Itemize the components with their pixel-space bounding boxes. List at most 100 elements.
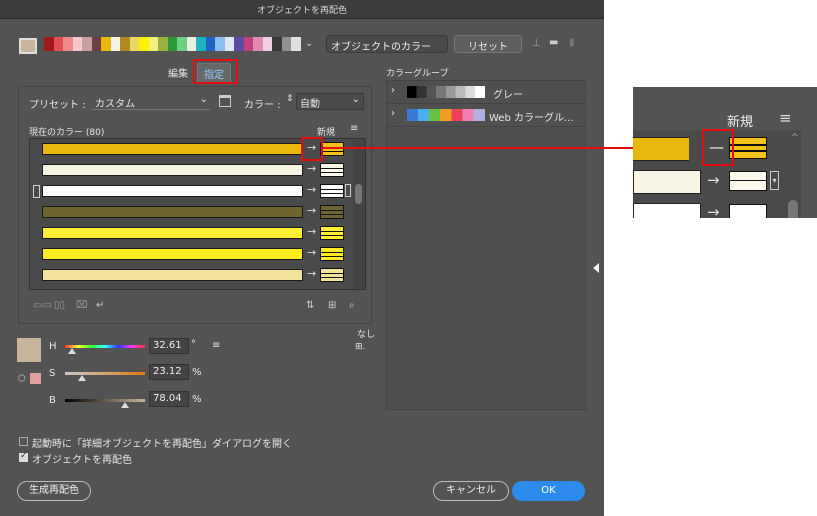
color-count-dropdown[interactable]: 自動 ⌄: [296, 93, 364, 110]
hue-label: H: [49, 341, 57, 352]
strip-chevron-down-icon[interactable]: ⌄: [305, 38, 313, 49]
zoom-arrow: →: [707, 171, 720, 189]
current-color-bar[interactable]: [42, 206, 303, 218]
color-row[interactable]: →: [30, 202, 352, 223]
brightness-slider-track[interactable]: [65, 399, 145, 402]
web-group-swatches: [407, 109, 485, 121]
find-color-icon[interactable]: ⌕: [349, 300, 355, 311]
color-count-stepper-icon[interactable]: ⇕: [286, 94, 294, 104]
zoom-current-bar-2: [633, 170, 701, 194]
recolor-art-checkbox[interactable]: ✓: [19, 451, 28, 462]
color-row[interactable]: →: [30, 160, 352, 181]
randomize-order-icon[interactable]: ⇅: [306, 300, 314, 311]
color-count-value: 自動: [300, 99, 320, 110]
open-advanced-checkbox[interactable]: [19, 437, 28, 446]
arrow-icon: →: [307, 267, 317, 280]
new-color-box[interactable]: [320, 142, 344, 156]
saturation-slider-knob[interactable]: [78, 375, 86, 381]
tab-edit[interactable]: 編集: [168, 65, 188, 80]
color-row[interactable]: →: [30, 223, 352, 244]
current-color-bar[interactable]: [42, 248, 303, 260]
exclude-colors-icon[interactable]: ⌧: [76, 300, 88, 311]
checkmark-icon: ✓: [20, 451, 28, 461]
list-scrollbar[interactable]: [353, 139, 365, 289]
new-color-box[interactable]: [320, 184, 344, 198]
current-color-bar[interactable]: [42, 185, 303, 197]
cancel-button-label: キャンセル: [446, 485, 496, 496]
collapse-panel-arrow-icon[interactable]: [593, 263, 599, 273]
current-color-bar[interactable]: [42, 227, 303, 239]
current-color-bar[interactable]: [42, 164, 303, 176]
zoom-current-bar: [633, 137, 689, 161]
saturation-slider-track[interactable]: [65, 372, 145, 375]
preset-settings-icon[interactable]: [219, 95, 231, 107]
out-of-gamut-swatch[interactable]: [30, 373, 41, 384]
saturation-unit: %: [192, 367, 202, 378]
hue-unit: °: [191, 339, 196, 350]
color-group-row[interactable]: › グレー: [387, 81, 585, 104]
arrow-icon: →: [307, 246, 317, 259]
folder-icon[interactable]: ▬: [549, 37, 558, 48]
arrow-icon: →: [307, 204, 317, 217]
color-row[interactable]: →: [30, 286, 352, 290]
merge-colors-icon[interactable]: ▭▭: [33, 300, 52, 311]
current-color-preview: [17, 338, 41, 362]
generative-recolor-button[interactable]: 生成再配色: [17, 481, 91, 501]
row-drag-handle-icon[interactable]: [33, 185, 40, 198]
trash-icon[interactable]: ▮: [569, 37, 575, 48]
color-group-row[interactable]: › Web カラーグル...: [387, 104, 585, 127]
color-row[interactable]: →: [30, 265, 352, 286]
callout-line: [323, 147, 683, 149]
hue-slider-track[interactable]: [65, 345, 145, 348]
zoom-new-label: 新規: [727, 115, 754, 130]
color-row[interactable]: →: [30, 181, 352, 202]
color-groups-panel: › グレー › Web カラーグル...: [386, 80, 586, 410]
ok-button[interactable]: OK: [512, 481, 585, 501]
separate-colors-icon[interactable]: ▯▯: [54, 300, 65, 311]
object-color-dropdown[interactable]: オブジェクトのカラー: [326, 35, 448, 53]
preset-value: カスタム: [95, 99, 135, 110]
current-color-bar[interactable]: [42, 269, 303, 281]
highlight-tab-assign: [193, 59, 238, 84]
eyedropper-icon[interactable]: ⊥: [532, 38, 541, 49]
new-color-box[interactable]: [320, 247, 344, 261]
brightness-slider-knob[interactable]: [121, 402, 129, 408]
arrow-icon: →: [307, 162, 317, 175]
new-color-box[interactable]: [320, 289, 344, 290]
arrow-icon: →: [307, 225, 317, 238]
list-menu-icon[interactable]: ≡: [350, 123, 358, 134]
zoom-new-box: [729, 137, 767, 159]
active-color-swatch[interactable]: [19, 38, 37, 54]
hue-slider-knob[interactable]: [68, 348, 76, 354]
color-mode-menu-icon[interactable]: ≡: [212, 340, 220, 351]
cube-icon[interactable]: ⬡: [18, 374, 26, 384]
limit-library-icon[interactable]: ⊞.: [355, 342, 365, 352]
new-color-box[interactable]: [320, 268, 344, 282]
none-label: なし: [357, 330, 376, 340]
row-options-icon[interactable]: [345, 184, 351, 197]
color-row[interactable]: →: [30, 244, 352, 265]
reset-button-label: リセット: [468, 42, 508, 53]
preset-dropdown[interactable]: カスタム ⌄: [92, 94, 210, 110]
current-color-bar[interactable]: [42, 143, 303, 155]
saturation-value-input[interactable]: 23.12: [149, 364, 189, 380]
list-scroll-thumb[interactable]: [355, 184, 362, 204]
new-row-icon[interactable]: ↵: [96, 300, 104, 311]
randomize-saturation-icon[interactable]: ⊞: [328, 300, 336, 311]
expand-chevron-icon[interactable]: ›: [391, 108, 395, 119]
zoom-highlight-box: [702, 129, 734, 166]
hue-value-input[interactable]: 32.61: [149, 338, 189, 354]
brightness-value-input[interactable]: 78.04: [149, 391, 189, 407]
highlight-new-color: [301, 137, 323, 161]
new-color-box[interactable]: [320, 163, 344, 177]
new-color-box[interactable]: [320, 205, 344, 219]
zoom-new-box-3: [729, 204, 767, 218]
new-color-box[interactable]: [320, 226, 344, 240]
zoom-row-options-icon: ▾: [770, 171, 779, 190]
expand-chevron-icon[interactable]: ›: [391, 85, 395, 96]
color-group-label: Web カラーグル...: [489, 113, 574, 124]
cancel-button[interactable]: キャンセル: [433, 481, 509, 501]
zoom-scroll-up-icon: ^: [791, 133, 799, 143]
reset-button[interactable]: リセット: [454, 35, 522, 53]
zoom-new-box-2: [729, 171, 767, 191]
